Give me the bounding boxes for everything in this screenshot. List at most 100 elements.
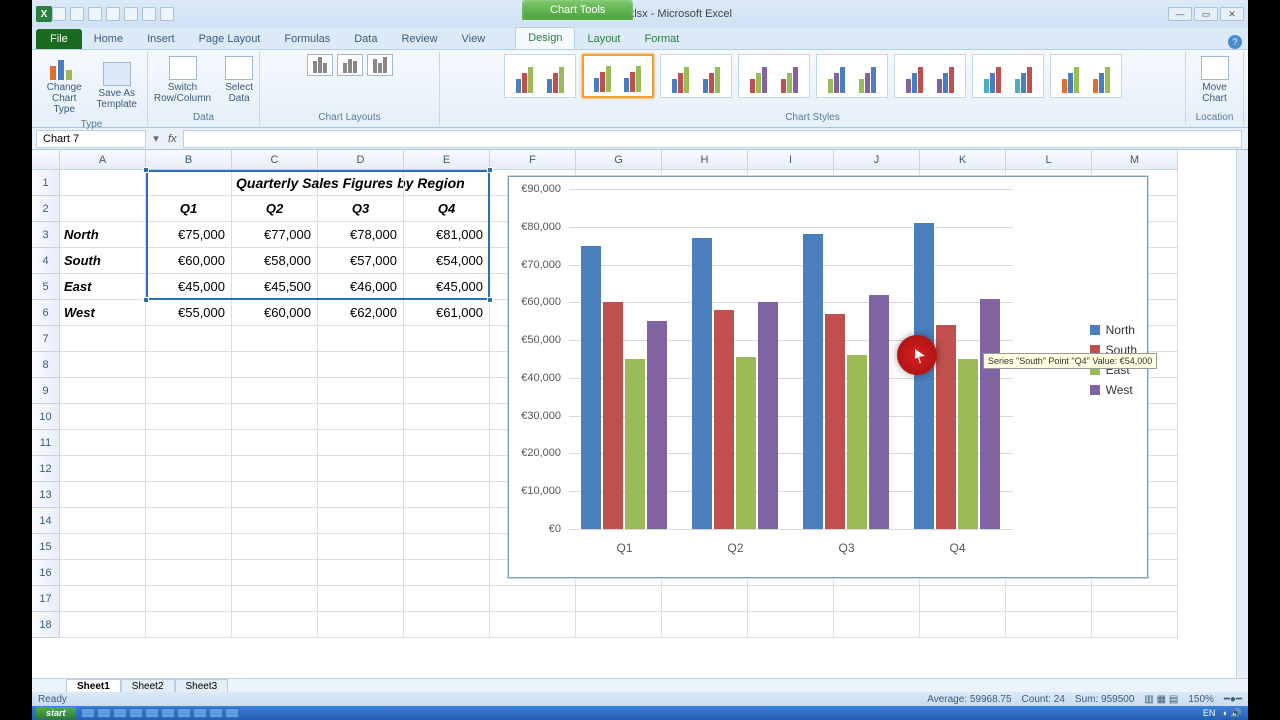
worksheet-area[interactable]: ABCDEFGHIJKLM 1Quarterly Sales Figures b… (32, 150, 1248, 678)
row-header-3[interactable]: 3 (32, 222, 60, 248)
cell-B7[interactable] (146, 326, 232, 352)
cell-E6[interactable]: €61,000 (404, 300, 490, 326)
row-header-15[interactable]: 15 (32, 534, 60, 560)
bar-East-Q4[interactable] (958, 359, 978, 529)
tab-view[interactable]: View (450, 29, 498, 49)
help-icon[interactable]: ? (1228, 35, 1242, 49)
tab-home[interactable]: Home (82, 29, 135, 49)
select-data-button[interactable]: Select Data (221, 54, 257, 106)
cell-A7[interactable] (60, 326, 146, 352)
cell-B11[interactable] (146, 430, 232, 456)
cell-C1[interactable]: Quarterly Sales Figures by Region (232, 170, 318, 196)
cell-D17[interactable] (318, 586, 404, 612)
cell-E4[interactable]: €54,000 (404, 248, 490, 274)
view-buttons[interactable]: ▥ ▦ ▤ (1144, 694, 1178, 705)
cell-B2[interactable]: Q1 (146, 196, 232, 222)
cell-D15[interactable] (318, 534, 404, 560)
cell-D12[interactable] (318, 456, 404, 482)
cell-B1[interactable] (146, 170, 232, 196)
cell-H17[interactable] (662, 586, 748, 612)
chart-layout-1[interactable] (307, 54, 333, 76)
row-header-8[interactable]: 8 (32, 352, 60, 378)
taskbar-item[interactable] (177, 708, 191, 718)
qat-redo-icon[interactable] (88, 7, 102, 21)
cell-A3[interactable]: North (60, 222, 146, 248)
qat-save-icon[interactable] (52, 7, 66, 21)
bar-North-Q1[interactable] (581, 246, 601, 529)
col-header-B[interactable]: B (146, 150, 232, 170)
cell-J18[interactable] (834, 612, 920, 638)
taskbar-item[interactable] (225, 708, 239, 718)
cell-B4[interactable]: €60,000 (146, 248, 232, 274)
cell-C10[interactable] (232, 404, 318, 430)
cell-C15[interactable] (232, 534, 318, 560)
col-header-F[interactable]: F (490, 150, 576, 170)
cell-A8[interactable] (60, 352, 146, 378)
cell-E17[interactable] (404, 586, 490, 612)
taskbar-item[interactable] (145, 708, 159, 718)
change-chart-type-button[interactable]: Change Chart Type (42, 54, 86, 117)
cell-E2[interactable]: Q4 (404, 196, 490, 222)
cell-A6[interactable]: West (60, 300, 146, 326)
cell-D11[interactable] (318, 430, 404, 456)
cell-L18[interactable] (1006, 612, 1092, 638)
cell-I17[interactable] (748, 586, 834, 612)
tab-page-layout[interactable]: Page Layout (187, 29, 273, 49)
bar-South-Q3[interactable] (825, 314, 845, 529)
taskbar-item[interactable] (161, 708, 175, 718)
cell-B14[interactable] (146, 508, 232, 534)
chart-layout-3[interactable] (367, 54, 393, 76)
fx-icon[interactable]: fx (162, 133, 183, 145)
cell-B17[interactable] (146, 586, 232, 612)
row-header-1[interactable]: 1 (32, 170, 60, 196)
cell-A15[interactable] (60, 534, 146, 560)
taskbar-item[interactable] (113, 708, 127, 718)
cell-E14[interactable] (404, 508, 490, 534)
cell-B6[interactable]: €55,000 (146, 300, 232, 326)
zoom-level[interactable]: 150% (1188, 694, 1214, 705)
sheet-tab-2[interactable]: Sheet2 (121, 679, 175, 693)
cell-L17[interactable] (1006, 586, 1092, 612)
bar-East-Q1[interactable] (625, 359, 645, 529)
cell-E11[interactable] (404, 430, 490, 456)
cell-C13[interactable] (232, 482, 318, 508)
cell-D16[interactable] (318, 560, 404, 586)
taskbar-item[interactable] (81, 708, 95, 718)
cell-A11[interactable] (60, 430, 146, 456)
col-header-M[interactable]: M (1092, 150, 1178, 170)
bar-South-Q4[interactable] (936, 325, 956, 529)
chart-styles-gallery[interactable] (504, 54, 1122, 98)
cell-F18[interactable] (490, 612, 576, 638)
cell-B9[interactable] (146, 378, 232, 404)
close-button[interactable]: ✕ (1220, 7, 1244, 21)
cell-M18[interactable] (1092, 612, 1178, 638)
chart-style-3[interactable] (660, 54, 732, 98)
cell-C14[interactable] (232, 508, 318, 534)
cell-D4[interactable]: €57,000 (318, 248, 404, 274)
cell-C8[interactable] (232, 352, 318, 378)
row-header-7[interactable]: 7 (32, 326, 60, 352)
taskbar-item[interactable] (193, 708, 207, 718)
col-header-I[interactable]: I (748, 150, 834, 170)
cell-C17[interactable] (232, 586, 318, 612)
cell-E13[interactable] (404, 482, 490, 508)
cell-A17[interactable] (60, 586, 146, 612)
formula-input[interactable] (183, 130, 1242, 148)
cell-E12[interactable] (404, 456, 490, 482)
cell-C3[interactable]: €77,000 (232, 222, 318, 248)
cell-C4[interactable]: €58,000 (232, 248, 318, 274)
tab-data[interactable]: Data (342, 29, 389, 49)
col-header-D[interactable]: D (318, 150, 404, 170)
cell-B10[interactable] (146, 404, 232, 430)
row-header-5[interactable]: 5 (32, 274, 60, 300)
cell-D5[interactable]: €46,000 (318, 274, 404, 300)
cell-E3[interactable]: €81,000 (404, 222, 490, 248)
switch-row-column-button[interactable]: Switch Row/Column (150, 54, 215, 106)
bar-North-Q4[interactable] (914, 223, 934, 529)
row-header-10[interactable]: 10 (32, 404, 60, 430)
row-header-14[interactable]: 14 (32, 508, 60, 534)
cell-D14[interactable] (318, 508, 404, 534)
col-header-K[interactable]: K (920, 150, 1006, 170)
legend-item-West[interactable]: West (1090, 383, 1137, 397)
cell-A2[interactable] (60, 196, 146, 222)
